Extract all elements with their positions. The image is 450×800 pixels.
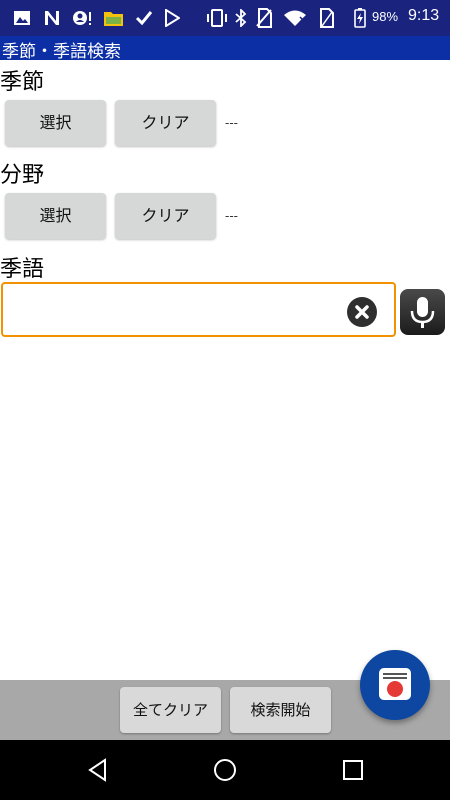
season-select-button[interactable]: 選択 xyxy=(5,100,106,146)
title-bar: 季節・季語検索 xyxy=(0,36,450,62)
clear-text-icon[interactable] xyxy=(347,297,377,327)
vibrate-icon xyxy=(206,7,228,29)
field-label: 分野 xyxy=(0,163,45,188)
no-sim-icon xyxy=(254,7,274,29)
recents-icon[interactable] xyxy=(341,758,365,782)
field-clear-button[interactable]: クリア xyxy=(115,193,216,239)
home-icon[interactable] xyxy=(213,758,237,782)
battery-charging-icon xyxy=(352,7,368,29)
field-select-button[interactable]: 選択 xyxy=(5,193,106,239)
account-alert-icon xyxy=(72,7,94,29)
status-bar: 98% 9:13 xyxy=(0,0,450,36)
photo-icon xyxy=(12,7,32,29)
season-value: --- xyxy=(225,116,238,130)
kigo-input[interactable] xyxy=(1,282,396,337)
page-title: 季節・季語検索 xyxy=(2,42,121,62)
battery-percent: 98% xyxy=(372,9,399,24)
files-icon xyxy=(102,7,126,29)
play-store-icon xyxy=(162,7,182,29)
wifi-icon xyxy=(282,7,308,29)
microphone-icon[interactable] xyxy=(400,289,445,335)
season-clear-button[interactable]: クリア xyxy=(115,100,216,146)
app-logo-fab[interactable] xyxy=(360,650,430,720)
n-icon xyxy=(42,7,62,29)
bluetooth-icon xyxy=(234,7,248,29)
kigo-label: 季語 xyxy=(0,257,45,282)
clear-all-button[interactable]: 全てクリア xyxy=(120,687,221,733)
back-icon[interactable] xyxy=(86,758,110,782)
season-label: 季節 xyxy=(0,70,45,95)
app-logo-icon xyxy=(379,668,411,700)
check-icon xyxy=(134,7,154,29)
search-start-button[interactable]: 検索開始 xyxy=(230,687,331,733)
sim-icon xyxy=(316,7,336,29)
navigation-bar xyxy=(0,740,450,800)
field-value: --- xyxy=(225,209,238,223)
clock: 9:13 xyxy=(408,7,440,24)
